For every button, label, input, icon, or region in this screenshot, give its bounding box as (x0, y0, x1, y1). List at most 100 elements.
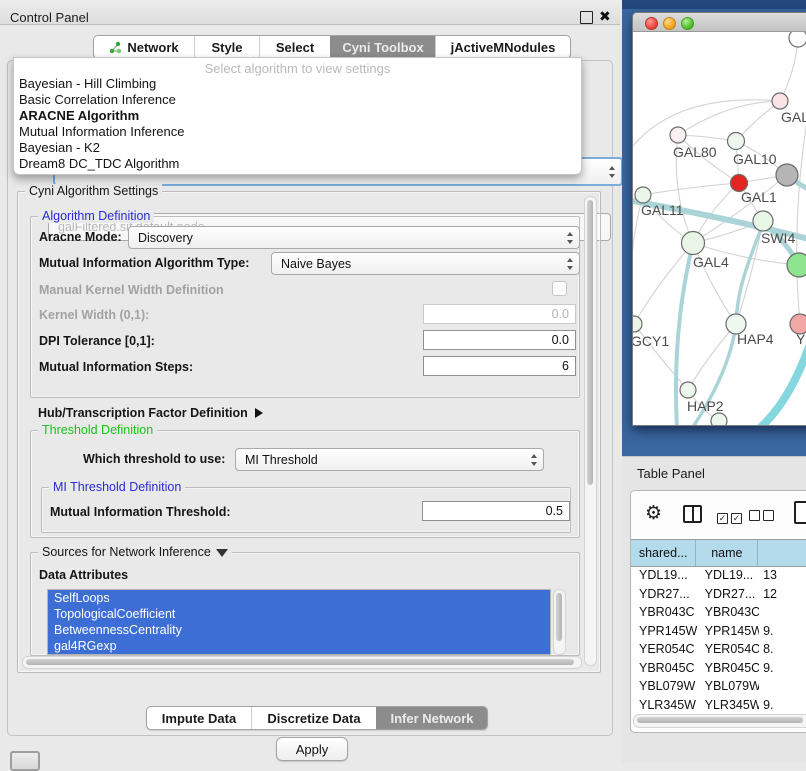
hub-definition-label: Hub/Transcription Factor Definition (38, 406, 248, 420)
table-row[interactable]: YPR145WYPR145W9. (631, 622, 806, 641)
mi-threshold-label: Mutual Information Threshold: (50, 505, 231, 519)
dpi-tolerance-field[interactable]: 0.0 (423, 330, 576, 350)
table-cell: 9. (759, 659, 806, 678)
node-label: HAP2 (687, 398, 724, 414)
tab-jactivemnodules[interactable]: jActiveMNodules (435, 36, 570, 58)
kernel-width-field[interactable]: 0.0 (423, 304, 576, 324)
network-node[interactable] (772, 93, 788, 109)
network-node[interactable] (711, 413, 727, 425)
which-threshold-value: MI Threshold (245, 453, 318, 467)
table-row[interactable]: YBL079WYBL079W (631, 677, 806, 696)
table-cell: YER054C (631, 640, 697, 659)
table-cell: 9. (759, 696, 806, 715)
tab-label: Network (127, 40, 178, 55)
which-threshold-combobox[interactable]: MI Threshold (235, 448, 544, 471)
network-window-titlebar[interactable] (633, 13, 806, 32)
attribute-list-item[interactable]: TopologicalCoefficient (48, 606, 550, 622)
document-icon[interactable] (794, 501, 806, 524)
deselect-all-icon[interactable] (749, 508, 777, 526)
table-cell: YDL19... (697, 566, 759, 585)
select-all-icon[interactable]: ✓✓ (717, 508, 745, 526)
tab-label: Style (211, 40, 242, 55)
table-cell: YPR145W (631, 622, 697, 641)
table-horizontal-scrollbar[interactable] (633, 714, 806, 728)
column-view-icon[interactable] (683, 505, 702, 523)
network-node[interactable] (680, 382, 696, 398)
minimized-panel-icon[interactable] (10, 751, 40, 771)
tab-label: Select (276, 40, 314, 55)
bottom-tab-discretize-data[interactable]: Discretize Data (251, 707, 376, 729)
table-row[interactable]: YDR27...YDR27...12 (631, 585, 806, 604)
dropdown-item[interactable]: Bayesian - Hill Climbing (14, 76, 581, 92)
dropdown-item[interactable]: Bayesian - K2 (14, 140, 581, 156)
window-minimize-icon[interactable] (663, 17, 676, 30)
attributes-scrollbar[interactable] (553, 589, 566, 655)
collapse-arrow-icon (216, 549, 228, 557)
window-zoom-icon[interactable] (681, 17, 694, 30)
network-node[interactable] (787, 253, 806, 277)
hub-definition-toggle[interactable]: Hub/Transcription Factor Definition (38, 404, 263, 422)
tab-cyni-toolbox[interactable]: Cyni Toolbox (330, 36, 435, 58)
stepper-icon (530, 454, 538, 466)
table-row[interactable]: YBR043CYBR043C (631, 603, 806, 622)
node-label: GAL10 (733, 151, 777, 167)
settings-group-title: Cyni Algorithm Settings (25, 184, 162, 198)
network-window: GALGAL80GAL10GAL1GAL11SWI4GAL4GCY1HAP4YH… (632, 12, 806, 426)
manual-kernel-checkbox[interactable] (552, 281, 567, 296)
tab-label: Impute Data (162, 711, 236, 726)
network-canvas[interactable]: GALGAL80GAL10GAL1GAL11SWI4GAL4GCY1HAP4YH… (633, 32, 806, 425)
network-node[interactable] (728, 133, 745, 150)
aracne-mode-value: Discovery (138, 231, 193, 245)
table-panel-title: Table Panel (637, 466, 705, 481)
sources-group: Sources for Network Inference Data Attri… (30, 552, 580, 656)
attribute-list-item[interactable]: SelfLoops (48, 590, 550, 606)
table-rows: YDL19...YDL19...13YDR27...YDR27...12YBR0… (631, 566, 806, 714)
tab-select[interactable]: Select (259, 36, 330, 58)
table-column-header[interactable]: name (696, 540, 758, 566)
mi-threshold-field[interactable]: 0.5 (422, 501, 570, 521)
settings-horizontal-scrollbar[interactable] (22, 656, 582, 669)
table-column-header[interactable]: shared... (631, 540, 696, 566)
tab-label: Cyni Toolbox (342, 40, 423, 55)
close-icon[interactable]: ✖ (599, 8, 611, 25)
table-row[interactable]: YER054CYER054C8. (631, 640, 806, 659)
dropdown-item[interactable]: Dream8 DC_TDC Algorithm (14, 156, 581, 172)
table-cell (759, 603, 806, 622)
network-node[interactable] (753, 211, 773, 231)
apply-button[interactable]: Apply (276, 737, 348, 761)
attribute-list-item[interactable]: gal4RGexp (48, 638, 550, 654)
table-row[interactable]: YBR045CYBR045C9. (631, 659, 806, 678)
bottom-tab-impute-data[interactable]: Impute Data (147, 707, 251, 729)
network-node[interactable] (682, 232, 705, 255)
dropdown-item[interactable]: Mutual Information Inference (14, 124, 581, 140)
dropdown-item[interactable]: Basic Correlation Inference (14, 92, 581, 108)
dropdown-prompt: Select algorithm to view settings (14, 61, 581, 76)
gear-icon[interactable]: ⚙ (645, 502, 662, 525)
data-attributes-label: Data Attributes (39, 568, 128, 582)
data-attributes-list[interactable]: SelfLoopsTopologicalCoefficientBetweenne… (47, 589, 551, 655)
threshold-definition-title: Threshold Definition (38, 423, 157, 437)
network-node[interactable] (789, 32, 806, 47)
tab-network[interactable]: Network (94, 36, 194, 58)
table-column-header[interactable] (758, 540, 806, 566)
attribute-list-item[interactable]: BetweennessCentrality (48, 622, 550, 638)
mi-steps-field[interactable]: 6 (423, 356, 576, 376)
mi-type-value: Naive Bayes (281, 257, 351, 271)
table-row[interactable]: YLR345WYLR345W9. (631, 696, 806, 715)
sources-group-title[interactable]: Sources for Network Inference (38, 545, 232, 559)
tab-style[interactable]: Style (194, 36, 259, 58)
dropdown-item[interactable]: ARACNE Algorithm (14, 108, 581, 124)
network-node[interactable] (635, 187, 651, 203)
cyni-algorithm-settings-group: Cyni Algorithm Settings Algorithm Defini… (17, 191, 601, 673)
bottom-tab-infer-network[interactable]: Infer Network (376, 707, 487, 729)
network-node[interactable] (670, 127, 686, 143)
settings-vertical-scrollbar[interactable] (584, 196, 597, 666)
network-node[interactable] (633, 316, 642, 332)
network-node[interactable] (776, 164, 798, 186)
float-window-icon[interactable] (580, 11, 593, 24)
table-row[interactable]: YDL19...YDL19...13 (631, 566, 806, 585)
window-close-icon[interactable] (645, 17, 658, 30)
node-label: GAL1 (741, 189, 777, 205)
aracne-mode-combobox[interactable]: Discovery (128, 226, 580, 249)
mi-type-combobox[interactable]: Naive Bayes (271, 252, 580, 275)
